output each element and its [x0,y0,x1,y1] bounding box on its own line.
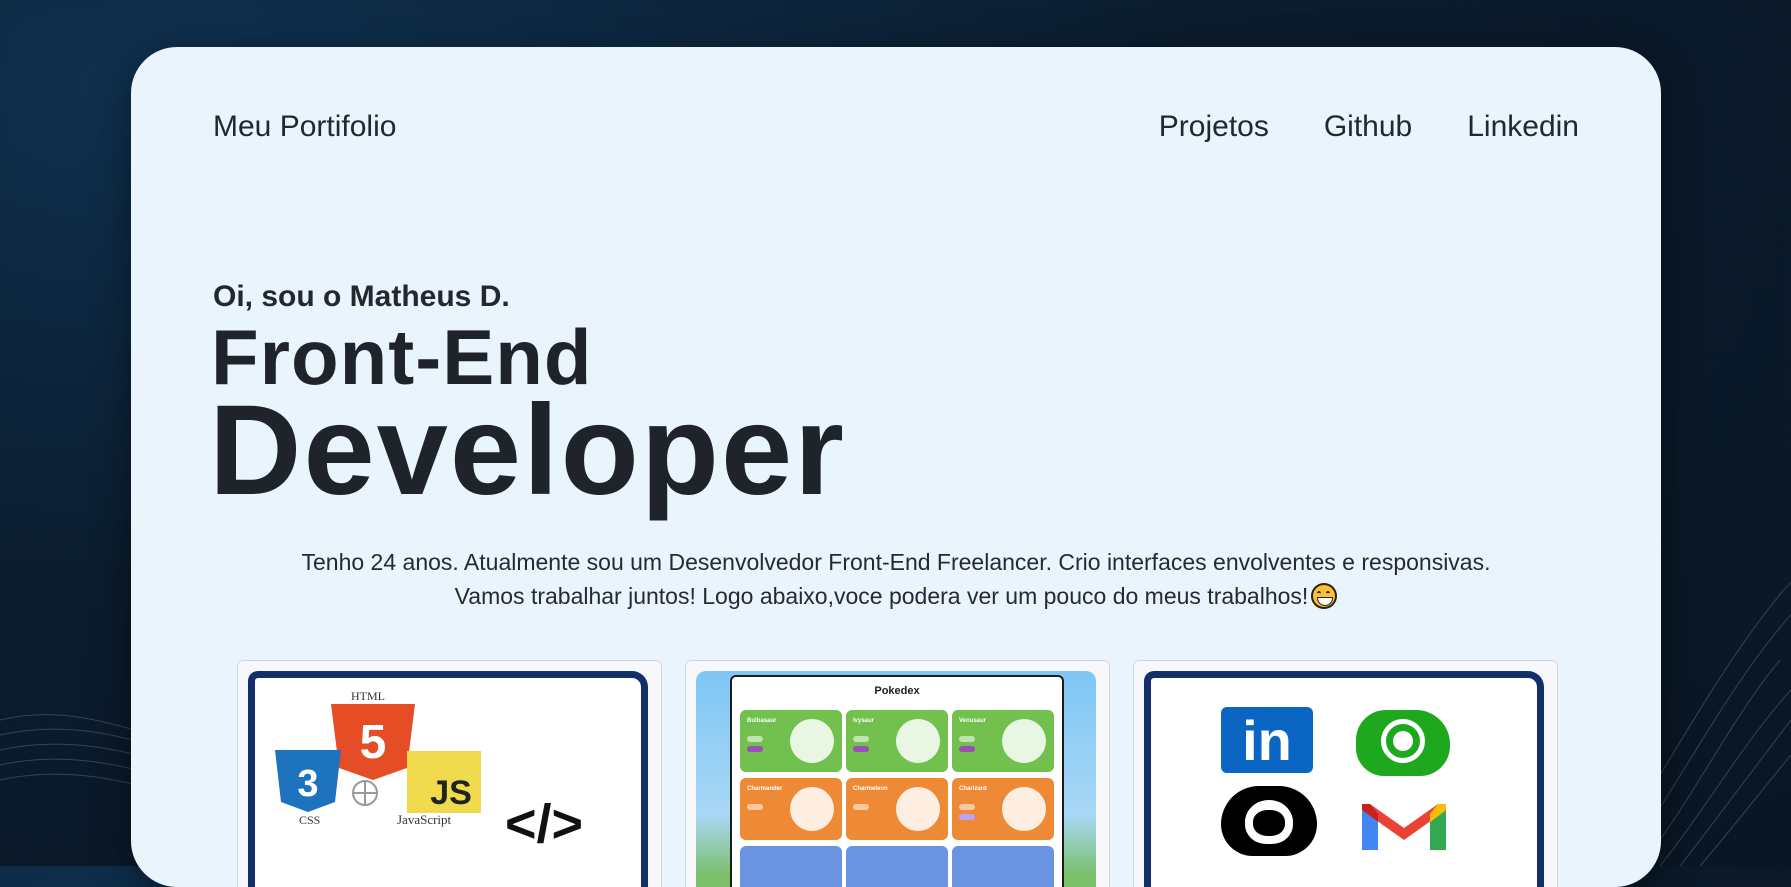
description-line2-wrapper: Vamos trabalhar juntos! Logo abaixo,voce… [131,579,1661,613]
pokedex-title: Pokedex [874,685,920,697]
nav-github[interactable]: Github [1324,110,1412,144]
pokemon-name: Charizard [959,786,987,792]
pokemon-name: Ivysaur [853,718,875,724]
html5-badge: 5 [360,716,387,769]
pokemon-card[interactable]: Ivysaur [846,710,948,772]
css3-badge: 3 [297,763,318,805]
portfolio-card: Meu Portifolio Projetos Github Linkedin … [131,47,1661,887]
nav-projetos[interactable]: Projetos [1159,110,1269,144]
html-label: HTML [351,689,385,703]
pokemon-name: Bulbasaur [747,718,777,724]
js-badge: JS [430,774,472,812]
pokedex-window: Pokedex Bulbasaur Ivysaur Venusaur Charm… [730,675,1064,887]
pokemon-image [896,719,940,763]
pokedex-screenshot: Pokedex Bulbasaur Ivysaur Venusaur Charm… [696,671,1096,887]
project-card-web-skills[interactable]: HTML 5 3 CSS JS JavaScript </> [237,660,662,887]
pokemon-image [1002,787,1046,831]
pokemon-card[interactable]: Charmander [740,778,842,840]
hero-description: Tenho 24 anos. Atualmente sou um Desenvo… [131,545,1661,613]
pokemon-image [790,719,834,763]
main-nav: Projetos Github Linkedin [1159,110,1579,144]
gmail-icon [1362,804,1446,850]
pokemon-name: Charmander [747,786,783,792]
pokemon-card[interactable]: Charizard [952,778,1054,840]
javascript-label: JavaScript [397,812,452,827]
pokemon-image [896,787,940,831]
pokemon-card[interactable]: Bulbasaur [740,710,842,772]
project-card-pokedex[interactable]: Pokedex Bulbasaur Ivysaur Venusaur Charm… [685,660,1110,887]
project-card-contacts[interactable]: in [1133,660,1558,887]
hero-role-line2: Developer [209,379,846,522]
grinning-face-icon [1311,583,1338,609]
brand-title[interactable]: Meu Portifolio [213,110,396,144]
web-skills-logos: HTML 5 3 CSS JS JavaScript </> [275,689,583,854]
pokemon-card[interactable] [740,846,842,887]
pokemon-name: Charmeleon [853,786,888,792]
pokemon-image [790,787,834,831]
linkedin-icon: in [1221,707,1313,773]
css-label: CSS [299,813,320,827]
pokemon-card[interactable]: Venusaur [952,710,1054,772]
pokemon-card[interactable] [846,846,948,887]
web-skills-image: HTML 5 3 CSS JS JavaScript </> [248,671,648,887]
contacts-image: in [1144,671,1544,887]
pokemon-card[interactable] [952,846,1054,887]
whatsapp-icon [1356,710,1450,776]
pokemon-card[interactable]: Charmeleon [846,778,948,840]
code-symbol-icon: </> [505,794,583,854]
projects-grid: HTML 5 3 CSS JS JavaScript </> Pokedex B… [237,660,1558,887]
hero-greeting: Oi, sou o Matheus D. [213,280,510,313]
pokemon-image [1002,719,1046,763]
nav-linkedin[interactable]: Linkedin [1467,110,1579,144]
pokemon-name: Venusaur [959,718,987,724]
description-line1: Tenho 24 anos. Atualmente sou um Desenvo… [301,549,1491,575]
description-line2: Vamos trabalhar juntos! Logo abaixo,voce… [454,583,1309,609]
github-icon [1221,786,1317,856]
